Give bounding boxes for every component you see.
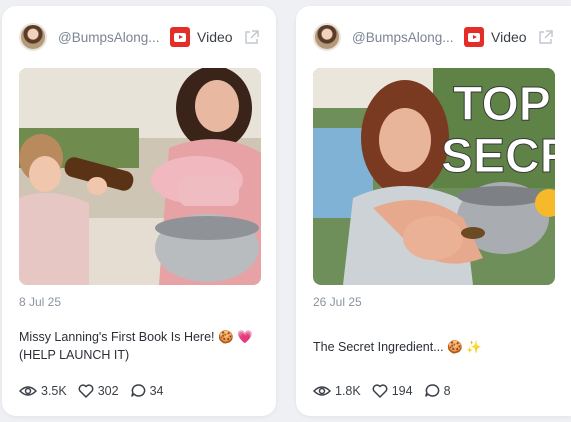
avatar[interactable]	[19, 23, 47, 51]
avatar[interactable]	[313, 23, 341, 51]
youtube-icon	[464, 27, 484, 47]
post-stats: 1.8K 194 8	[313, 383, 462, 398]
post-card[interactable]: @BumpsAlong... Video 8 Jul 25 Missy Lann…	[2, 6, 276, 416]
views-stat: 1.8K	[313, 384, 361, 398]
post-date: 8 Jul 25	[19, 295, 62, 309]
comment-icon	[130, 384, 145, 397]
post-caption[interactable]: Missy Lanning's First Book Is Here! 🍪 💗 …	[19, 328, 259, 364]
eye-icon	[313, 385, 331, 396]
views-count: 1.8K	[335, 383, 361, 398]
post-card[interactable]: @BumpsAlong... Video TOP SECR 26 Jul 25	[296, 6, 571, 416]
comments-stat: 34	[130, 383, 164, 398]
post-header: @BumpsAlong... Video	[19, 23, 264, 51]
likes-stat: 302	[78, 384, 119, 398]
external-link-icon[interactable]	[537, 29, 554, 46]
thumbnail-overlay-text: TOP	[453, 78, 551, 131]
post-date: 26 Jul 25	[313, 295, 362, 309]
channel-handle[interactable]: @BumpsAlong...	[352, 30, 456, 45]
thumbnail-overlay-text-2: SECR	[441, 130, 555, 183]
youtube-icon	[170, 27, 190, 47]
comments-count: 34	[149, 383, 164, 398]
likes-count: 302	[97, 383, 119, 398]
post-stats: 3.5K 302 34	[19, 383, 174, 398]
video-thumbnail[interactable]: TOP SECR	[313, 68, 555, 285]
comments-stat: 8	[424, 383, 451, 398]
likes-count: 194	[391, 383, 413, 398]
heart-icon	[372, 383, 388, 398]
heart-icon	[78, 383, 94, 398]
views-count: 3.5K	[41, 383, 67, 398]
post-type-label: Video	[197, 29, 233, 45]
video-thumbnail[interactable]	[19, 68, 261, 285]
eye-icon	[19, 385, 37, 396]
post-header: @BumpsAlong... Video	[313, 23, 559, 51]
likes-stat: 194	[372, 384, 413, 398]
comment-icon	[424, 384, 439, 397]
post-caption[interactable]: The Secret Ingredient... 🍪 ✨	[313, 338, 553, 356]
views-stat: 3.5K	[19, 384, 67, 398]
channel-handle[interactable]: @BumpsAlong...	[58, 30, 162, 45]
external-link-icon[interactable]	[243, 29, 260, 46]
post-type-label: Video	[491, 29, 527, 45]
comments-count: 8	[443, 383, 451, 398]
